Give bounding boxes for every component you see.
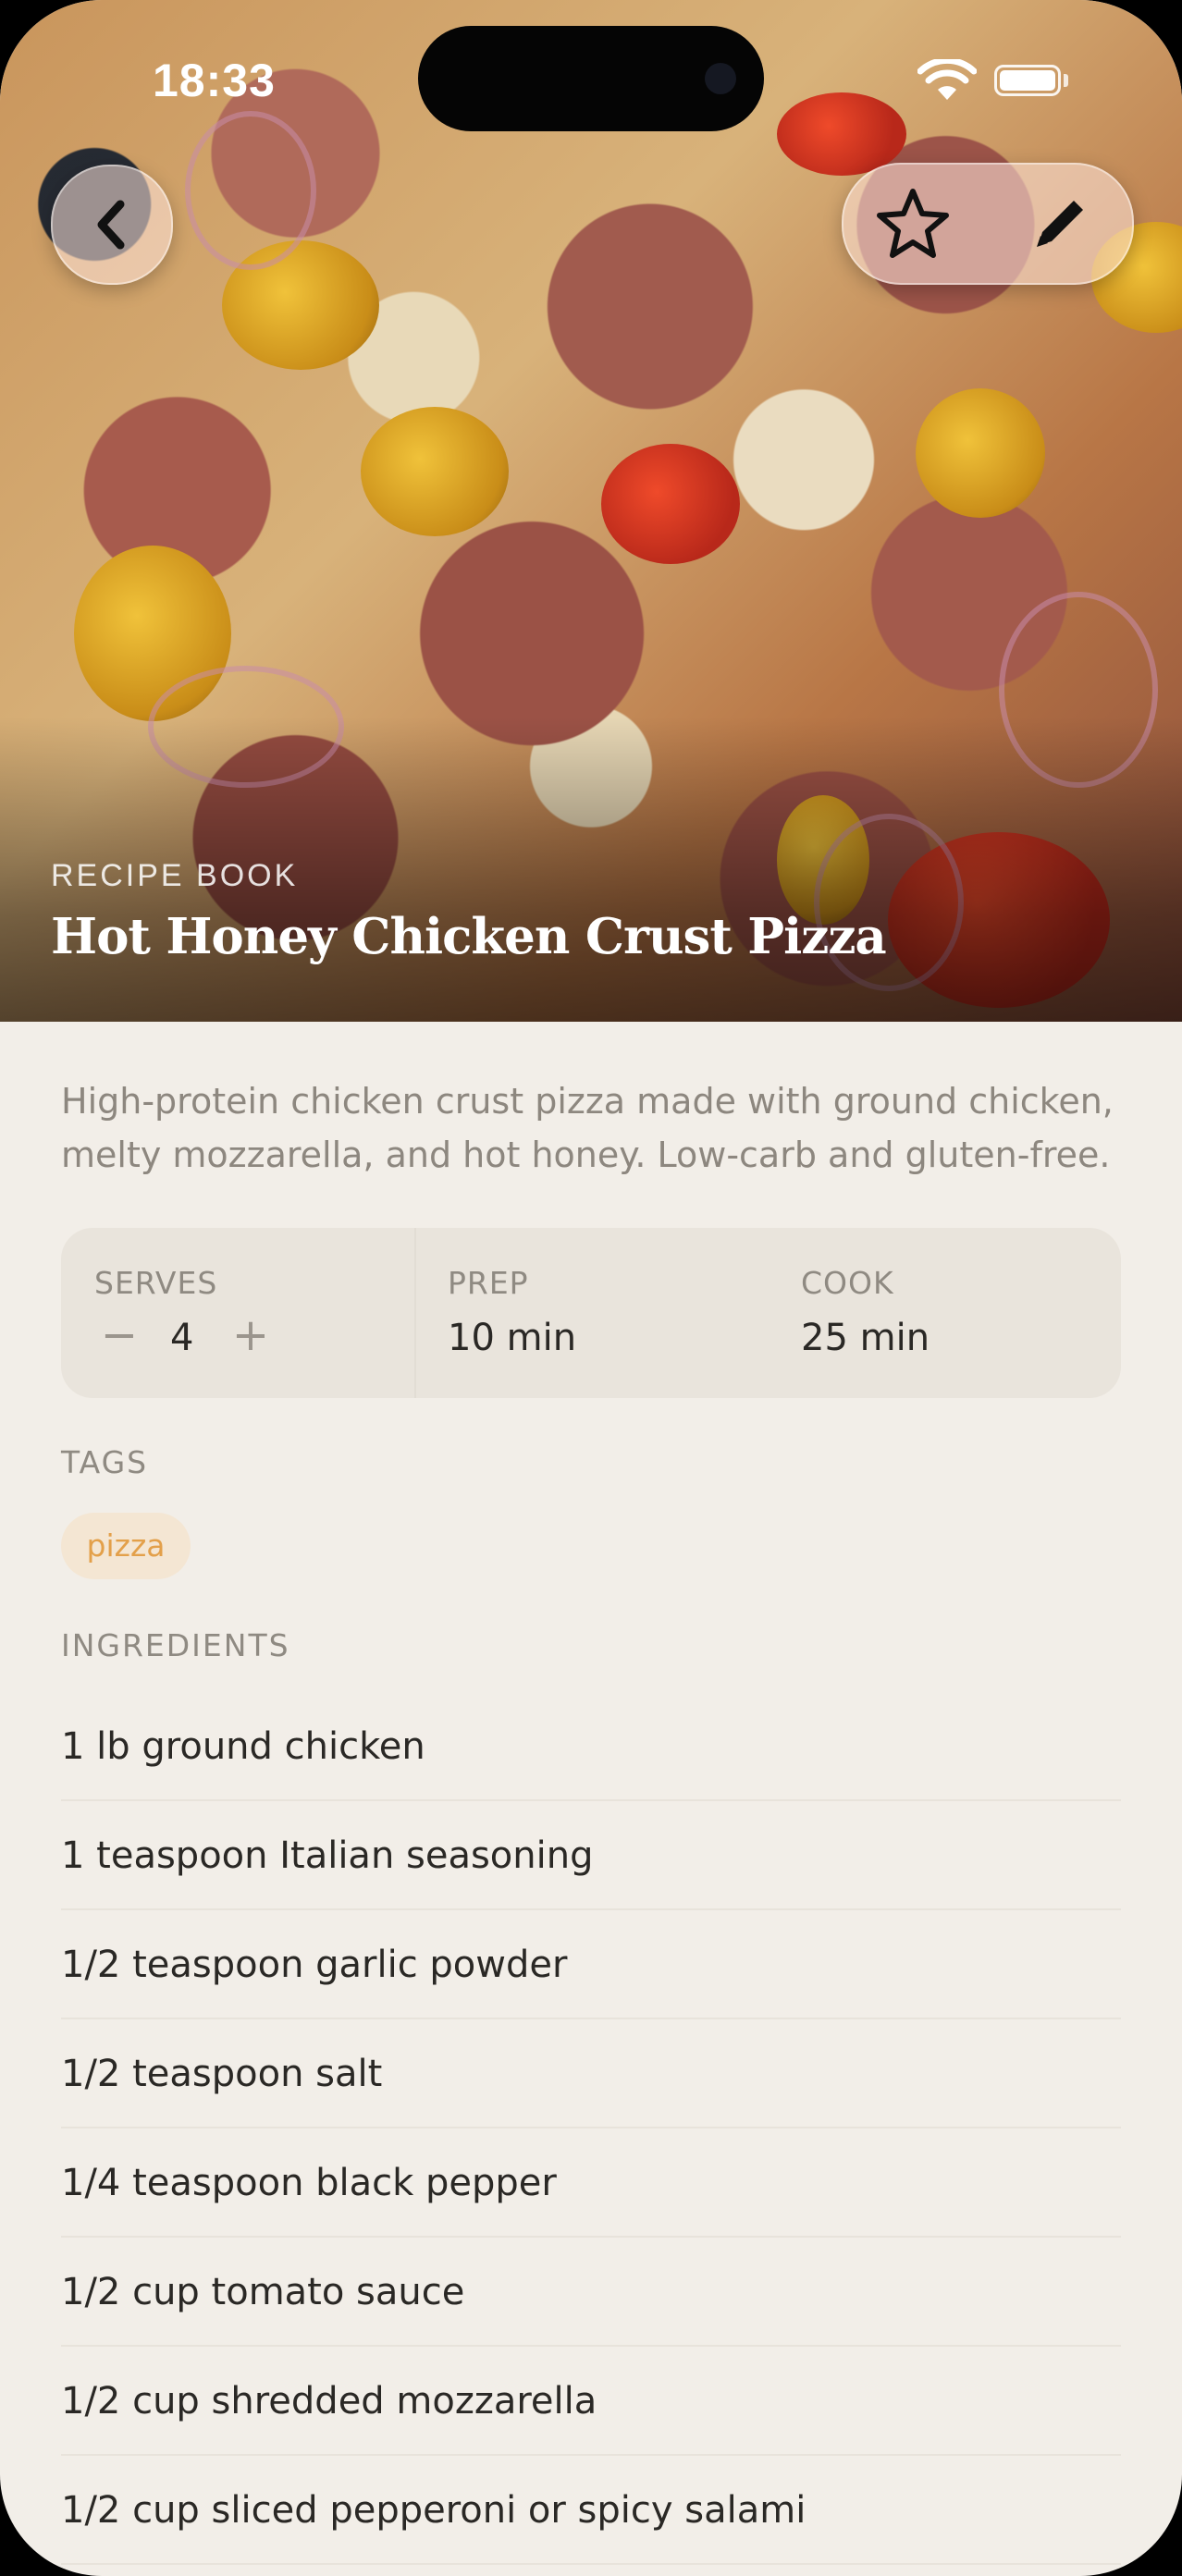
recipe-description: High-protein chicken crust pizza made wi… (61, 1081, 1114, 1175)
battery-tip (1064, 74, 1068, 87)
prep-label: PREP (448, 1265, 529, 1301)
pepper-decoration (361, 407, 509, 536)
prep-section: PREP 10 min (414, 1228, 768, 1398)
back-button[interactable] (51, 165, 173, 285)
battery-icon (994, 65, 1061, 96)
recipe-title: Hot Honey Chicken Crust Pizza (51, 908, 887, 965)
prep-value: 10 min (448, 1317, 577, 1359)
recipe-meta-card: SERVES − 4 + PREP 10 min COOK 25 min (61, 1228, 1121, 1398)
recipe-book-label: RECIPE BOOK (51, 858, 299, 893)
ingredients-list: 1 lb ground chicken 1 teaspoon Italian s… (61, 1692, 1121, 2565)
ingredient-item: 1/2 cup shredded mozzarella (61, 2347, 1121, 2456)
wifi-icon (917, 59, 977, 100)
serves-section: SERVES − 4 + (61, 1228, 416, 1398)
serves-decrement-button[interactable]: − (96, 1309, 142, 1361)
onion-decoration (185, 111, 316, 270)
dynamic-island (418, 26, 764, 131)
tags-heading: TAGS (61, 1444, 149, 1480)
ingredient-item: 1/2 teaspoon salt (61, 2019, 1121, 2128)
cook-section: COOK 25 min (768, 1228, 1121, 1398)
star-icon (877, 189, 949, 258)
ingredient-item: 1/4 teaspoon black pepper (61, 2128, 1121, 2238)
pepper-decoration (916, 388, 1045, 518)
header-actions (842, 163, 1134, 285)
cook-label: COOK (801, 1265, 894, 1301)
tomato-decoration (777, 92, 906, 176)
status-time: 18:33 (153, 55, 276, 106)
ingredients-heading: INGREDIENTS (61, 1627, 290, 1663)
edit-button[interactable] (1019, 181, 1102, 264)
ingredient-item: 1 teaspoon Italian seasoning (61, 1801, 1121, 1910)
ingredient-item: 1 lb ground chicken (61, 1692, 1121, 1801)
chevron-left-icon (97, 200, 125, 250)
ingredient-item: 1/2 cup sliced pepperoni or spicy salami (61, 2456, 1121, 2565)
camera-icon (705, 63, 736, 94)
serves-value: 4 (170, 1317, 194, 1359)
cook-value: 25 min (801, 1317, 930, 1359)
serves-label: SERVES (94, 1265, 218, 1301)
favorite-button[interactable] (871, 181, 954, 264)
serves-increment-button[interactable]: + (228, 1309, 274, 1361)
pencil-icon (1037, 201, 1083, 247)
tag-chip[interactable]: pizza (61, 1513, 191, 1579)
tomato-decoration (601, 444, 740, 564)
recipe-detail-screen: 18:33 RECIPE BOOK Hot Honey Chicken Crus… (0, 0, 1182, 2576)
ingredient-item: 1/2 teaspoon garlic powder (61, 1910, 1121, 2019)
ingredient-item: 1/2 cup tomato sauce (61, 2238, 1121, 2347)
